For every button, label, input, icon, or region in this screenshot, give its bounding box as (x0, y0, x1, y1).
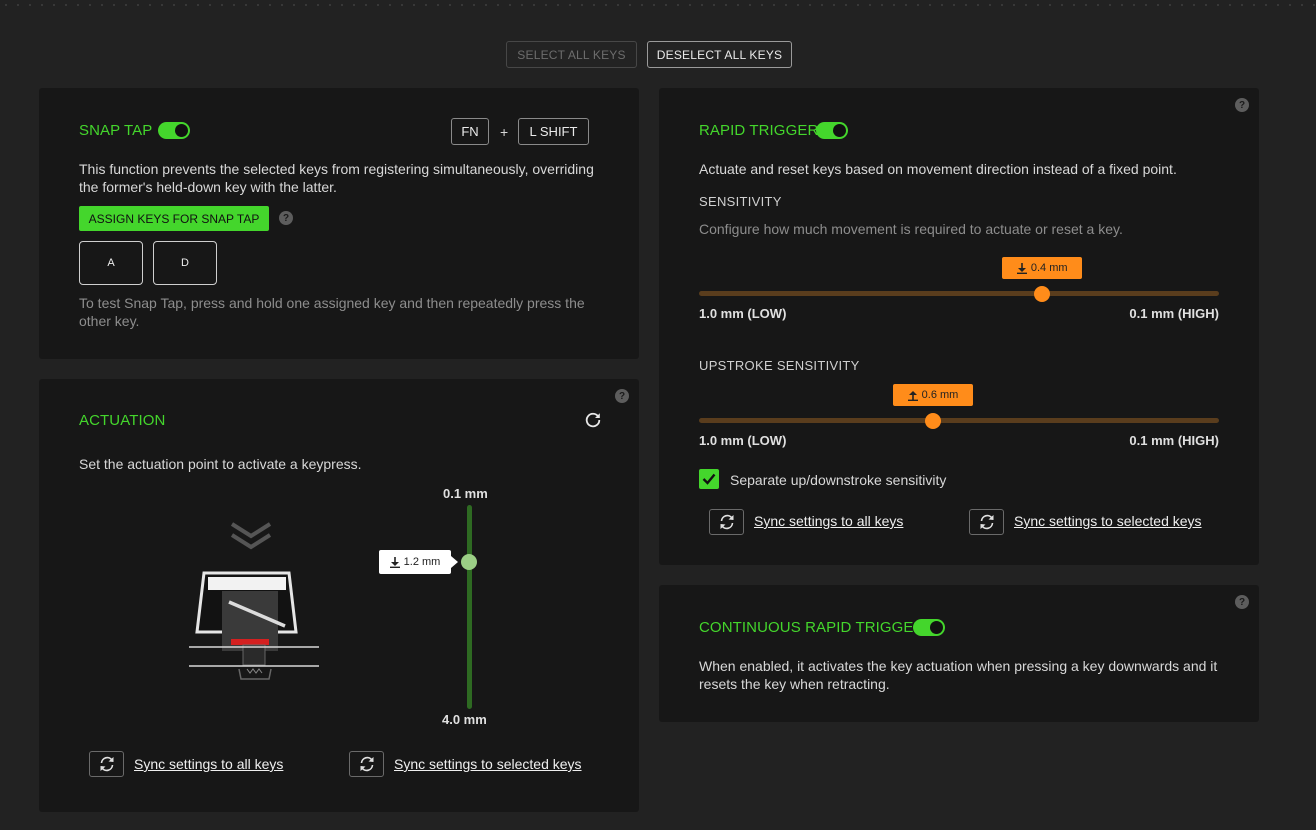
sensitivity-low-label: 1.0 mm (LOW) (699, 306, 787, 321)
upstroke-heading: UPSTROKE SENSITIVITY (699, 358, 860, 373)
rapid-sync-all-link[interactable]: Sync settings to all keys (754, 513, 903, 529)
continuous-description-line2: resets the key when retracting. (699, 676, 890, 692)
actuation-help-icon[interactable]: ? (615, 389, 629, 403)
sensitivity-value-text: 0.4 mm (1030, 262, 1068, 274)
upstroke-slider-thumb[interactable] (925, 413, 941, 429)
select-all-keys-button[interactable]: SELECT ALL KEYS (506, 41, 637, 68)
actuation-title: ACTUATION (79, 412, 166, 429)
upstroke-high-label: 0.1 mm (HIGH) (1129, 433, 1219, 448)
rapid-trigger-toggle[interactable] (816, 122, 848, 139)
upstroke-value-badge: 0.6 mm (893, 384, 973, 406)
deselect-all-keys-button[interactable]: DESELECT ALL KEYS (647, 41, 792, 68)
actuation-description: Set the actuation point to activate a ke… (79, 456, 362, 472)
actuation-slider-track[interactable] (467, 505, 472, 709)
chevron-down-icon (230, 522, 272, 550)
sync-icon (100, 756, 113, 772)
sensitivity-slider-thumb[interactable] (1034, 286, 1051, 302)
upstroke-low-label: 1.0 mm (LOW) (699, 433, 787, 448)
assigned-key-a[interactable]: A (79, 241, 143, 285)
sync-icon (360, 756, 373, 772)
arrow-down-icon (1016, 262, 1027, 274)
continuous-description-line1: When enabled, it activates the key actua… (699, 658, 1218, 674)
sensitivity-description: Configure how much movement is required … (699, 221, 1123, 237)
sensitivity-high-label: 0.1 mm (HIGH) (1129, 306, 1219, 321)
snap-tap-hint-line1: To test Snap Tap, press and hold one ass… (79, 295, 585, 311)
arrow-up-icon (907, 390, 918, 401)
rapid-trigger-description: Actuate and reset keys based on movement… (699, 161, 1177, 177)
actuation-sync-selected-link[interactable]: Sync settings to selected keys (394, 756, 582, 772)
sensitivity-value-badge: 0.4 mm (1002, 257, 1083, 279)
actuation-slider-thumb[interactable] (461, 554, 477, 571)
actuation-sync-all-link[interactable]: Sync settings to all keys (134, 756, 283, 772)
sync-icon (720, 514, 733, 530)
shortcut-key-lshift: L SHIFT (518, 118, 589, 145)
rapid-trigger-panel: ? RAPID TRIGGER Actuate and reset keys b… (659, 88, 1259, 565)
rapid-sync-all-button[interactable] (709, 509, 744, 535)
rapid-trigger-title: RAPID TRIGGER (699, 122, 819, 139)
arrow-down-icon (389, 556, 400, 568)
switch-illustration (189, 519, 321, 689)
snap-tap-toggle[interactable] (158, 122, 190, 139)
actuation-bottom-label: 4.0 mm (442, 712, 487, 727)
reset-icon[interactable] (584, 411, 602, 429)
sync-icon (980, 514, 993, 530)
continuous-rapid-trigger-title: CONTINUOUS RAPID TRIGGER (699, 619, 925, 636)
snap-tap-description-line2: the former's held-down key with the latt… (79, 179, 337, 195)
assigned-key-d[interactable]: D (153, 241, 217, 285)
separate-sensitivity-label[interactable]: Separate up/downstroke sensitivity (730, 471, 946, 489)
actuation-value-badge: 1.2 mm (379, 550, 458, 575)
continuous-help-icon[interactable]: ? (1235, 595, 1249, 609)
rapid-sync-selected-link[interactable]: Sync settings to selected keys (1014, 513, 1202, 529)
actuation-panel: ? ACTUATION Set the actuation point to a… (39, 379, 639, 812)
continuous-rapid-trigger-toggle[interactable] (913, 619, 945, 636)
checkmark-icon (702, 473, 716, 485)
shortcut-plus: + (500, 124, 509, 140)
sensitivity-slider-track[interactable] (699, 291, 1219, 296)
continuous-rapid-trigger-panel: ? CONTINUOUS RAPID TRIGGER When enabled,… (659, 585, 1259, 722)
rapid-sync-selected-button[interactable] (969, 509, 1004, 535)
upstroke-slider-track[interactable] (699, 418, 1219, 423)
snap-tap-title: SNAP TAP (79, 122, 153, 139)
assign-keys-button[interactable]: ASSIGN KEYS FOR SNAP TAP (79, 206, 269, 231)
actuation-sync-all-button[interactable] (89, 751, 124, 777)
snap-tap-description-line1: This function prevents the selected keys… (79, 161, 594, 177)
shortcut-key-fn: FN (451, 118, 489, 145)
upstroke-value-text: 0.6 mm (921, 389, 959, 401)
top-edge-dots (0, 4, 1316, 6)
actuation-sync-selected-button[interactable] (349, 751, 384, 777)
rapid-trigger-help-icon[interactable]: ? (1235, 98, 1249, 112)
actuation-value-text: 1.2 mm (403, 556, 441, 569)
snap-tap-help-icon[interactable]: ? (279, 211, 293, 225)
snap-tap-panel: SNAP TAP FN + L SHIFT This function prev… (39, 88, 639, 359)
snap-tap-hint-line2: other key. (79, 313, 140, 329)
separate-sensitivity-checkbox[interactable] (699, 469, 719, 489)
actuation-top-label: 0.1 mm (443, 486, 488, 501)
sensitivity-heading: SENSITIVITY (699, 194, 782, 209)
